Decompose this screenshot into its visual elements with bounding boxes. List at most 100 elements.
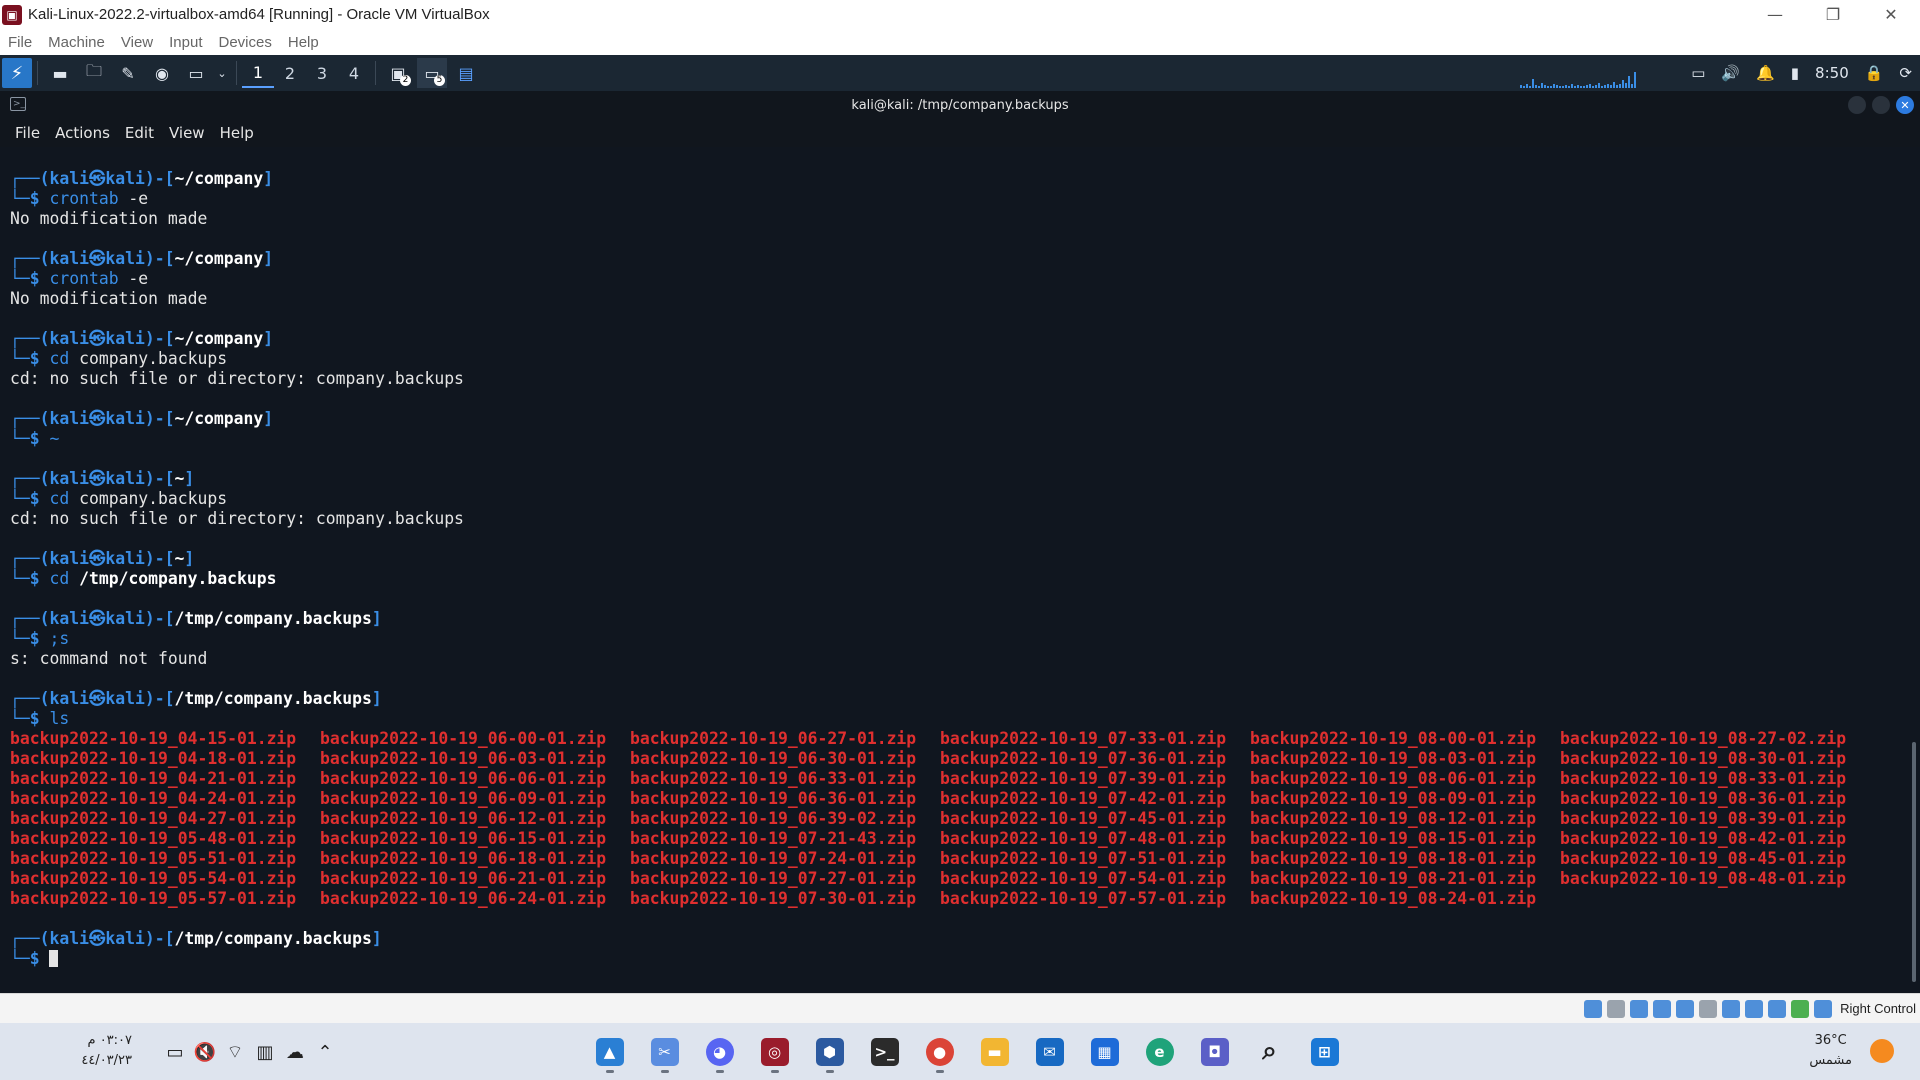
terminal-menu-edit[interactable]: Edit xyxy=(125,124,154,142)
terminal-close-button[interactable]: ✕ xyxy=(1896,96,1914,114)
power-icon[interactable]: ⟳ xyxy=(1899,64,1912,82)
terminal-menu-file[interactable]: File xyxy=(15,124,40,142)
taskbar-photos[interactable]: ▲ xyxy=(582,1029,637,1074)
workspace-3[interactable]: 3 xyxy=(306,58,338,88)
prompt-frame: └─$ xyxy=(10,489,50,508)
desktop-icon[interactable]: ▬ xyxy=(45,58,75,88)
restore-button[interactable]: ❐ xyxy=(1804,0,1862,29)
taskbar-time: ٠٣:٠٧ م xyxy=(87,1033,133,1048)
lock-icon[interactable]: 🔒 xyxy=(1865,64,1884,82)
terminal-output[interactable]: ┌──(kali㉿kali)-[~/company] └─$ crontab -e… xyxy=(0,147,1920,993)
workspace-1[interactable]: 1 xyxy=(242,58,274,88)
chrome-icon: ● xyxy=(925,1037,954,1066)
chat-icon: ◘ xyxy=(1200,1037,1229,1066)
menu-help[interactable]: Help xyxy=(288,34,319,51)
terminal-maximize-button[interactable] xyxy=(1872,96,1890,114)
chevron-up-icon[interactable]: ⌃ xyxy=(310,1037,340,1067)
hard-disk-icon[interactable] xyxy=(1584,999,1603,1018)
usb-icon[interactable] xyxy=(1676,999,1695,1018)
taskbar-start[interactable]: ⊞ xyxy=(1297,1029,1352,1074)
prompt-user: kali xyxy=(49,249,89,268)
file-manager-icon[interactable]: 🗀 xyxy=(79,58,109,88)
taskbar-virtualbox[interactable]: ⬢ xyxy=(802,1029,857,1074)
taskbar-mail[interactable]: ✉ xyxy=(1022,1029,1077,1074)
prompt-frame: └─$ xyxy=(10,709,50,728)
battery-icon[interactable]: ▮ xyxy=(1791,64,1799,82)
workspace-2[interactable]: 2 xyxy=(274,58,306,88)
audio-icon[interactable] xyxy=(1630,999,1649,1018)
menu-file[interactable]: File xyxy=(8,34,32,51)
shared-folders-icon[interactable] xyxy=(1699,999,1718,1018)
tray-app-icon[interactable]: ▥ xyxy=(250,1037,280,1067)
taskbar-search[interactable]: ⌕ xyxy=(1242,1029,1297,1074)
system-tray: ▭ 🔇 ⌔ ▥ ☁ ⌃ xyxy=(160,1037,340,1067)
prompt-frame: ] xyxy=(263,169,274,188)
taskbar-store[interactable]: ▦ xyxy=(1077,1029,1132,1074)
firefox-icon[interactable]: ◉ xyxy=(147,58,177,88)
cpu-graph-bar xyxy=(1571,84,1573,88)
kali-menu-icon[interactable]: ⚡ xyxy=(2,58,32,88)
terminal-icon: >_ xyxy=(870,1037,899,1066)
terminal-menu-help[interactable]: Help xyxy=(220,124,254,142)
cpu-icon[interactable] xyxy=(1768,999,1787,1018)
prompt-frame: )-[ xyxy=(144,929,175,948)
minimize-button[interactable]: — xyxy=(1746,0,1804,29)
menu-input[interactable]: Input xyxy=(169,34,202,51)
taskbar-window-b-icon[interactable]: ▭ 5 xyxy=(417,58,447,88)
taskbar-discord[interactable]: ◕ xyxy=(692,1029,747,1074)
recording-icon[interactable] xyxy=(1745,999,1764,1018)
taskbar-chrome[interactable]: ● xyxy=(912,1029,967,1074)
cpu-graph-bar xyxy=(1610,85,1612,88)
notification-bell-icon[interactable]: 🔔 xyxy=(1756,64,1775,82)
menu-machine[interactable]: Machine xyxy=(48,34,105,51)
prompt-line: ┌──(kali㉿kali)-[~/company] xyxy=(10,169,1870,189)
taskbar-virtualbox-vm[interactable]: ◎ xyxy=(747,1029,802,1074)
cpu-graph-bar xyxy=(1547,86,1549,88)
terminal-menu-view[interactable]: View xyxy=(169,124,205,142)
keyboard-capture-icon[interactable] xyxy=(1814,999,1833,1018)
chevron-down-icon[interactable]: ⌄ xyxy=(215,58,229,88)
display-status-icon[interactable] xyxy=(1722,999,1741,1018)
close-button[interactable]: ✕ xyxy=(1862,0,1920,29)
taskbar-window-c-icon[interactable]: ▤ xyxy=(451,58,481,88)
taskbar-edge[interactable]: e xyxy=(1132,1029,1187,1074)
ls-output: backup2022-10-19_04-15-01.zip backup2022-… xyxy=(10,729,1870,909)
menu-view[interactable]: View xyxy=(121,34,153,51)
terminal-scrollbar[interactable] xyxy=(1912,742,1916,982)
taskbar-file-explorer[interactable]: ▬ xyxy=(967,1029,1022,1074)
file-entry: backup2022-10-19_07-24-01.zip xyxy=(630,849,917,868)
clock[interactable]: 8:50 xyxy=(1815,64,1849,82)
cpu-graph-bar xyxy=(1550,86,1552,88)
terminal-minimize-button[interactable] xyxy=(1848,96,1866,114)
taskbar-chat[interactable]: ◘ xyxy=(1187,1029,1242,1074)
menu-devices[interactable]: Devices xyxy=(219,34,272,51)
volume-icon[interactable]: 🔊 xyxy=(1721,64,1740,82)
terminal-launcher-icon[interactable]: ▭ xyxy=(181,58,211,88)
taskbar-window-a-icon[interactable]: ▣ 2 xyxy=(383,58,413,88)
cpu-graph-bar xyxy=(1634,72,1636,88)
battery-status-icon[interactable]: ▭ xyxy=(160,1037,190,1067)
mute-icon[interactable]: 🔇 xyxy=(190,1037,220,1067)
onedrive-icon[interactable]: ☁ xyxy=(280,1037,310,1067)
prompt-line: ┌──(kali㉿kali)-[/tmp/company.backups] xyxy=(10,929,1870,949)
terminal-menu-actions[interactable]: Actions xyxy=(55,124,110,142)
taskbar-apps: ▲ ✂ ◕ ◎ ⬢ >_ ● ▬ ✉ ▦ e ◘ ⌕ ⊞ xyxy=(582,1029,1352,1074)
weather-text: 36°C مشمس xyxy=(1809,1031,1852,1071)
taskbar-snipping[interactable]: ✂ xyxy=(637,1029,692,1074)
taskbar-weather[interactable]: 36°C مشمس xyxy=(1809,1031,1894,1071)
taskbar-terminal[interactable]: >_ xyxy=(857,1029,912,1074)
network-icon[interactable] xyxy=(1653,999,1672,1018)
optical-drive-icon[interactable] xyxy=(1607,999,1626,1018)
mouse-integration-icon[interactable] xyxy=(1791,999,1810,1018)
running-indicator xyxy=(935,1070,944,1073)
workspace-4[interactable]: 4 xyxy=(338,58,370,88)
output-line: cd: no such file or directory: company.b… xyxy=(10,369,464,388)
file-entry: backup2022-10-19_08-45-01.zip xyxy=(1560,849,1847,868)
prompt-host: kali xyxy=(105,929,145,948)
taskbar-clock[interactable]: ٠٣:٠٧ م ٤٤/٠٣/٢٣ xyxy=(76,1031,132,1071)
wifi-icon[interactable]: ⌔ xyxy=(220,1037,250,1067)
window-count-badge: 5 xyxy=(434,75,445,86)
display-icon[interactable]: ▭ xyxy=(1691,64,1705,82)
text-editor-icon[interactable]: ✎ xyxy=(113,58,143,88)
